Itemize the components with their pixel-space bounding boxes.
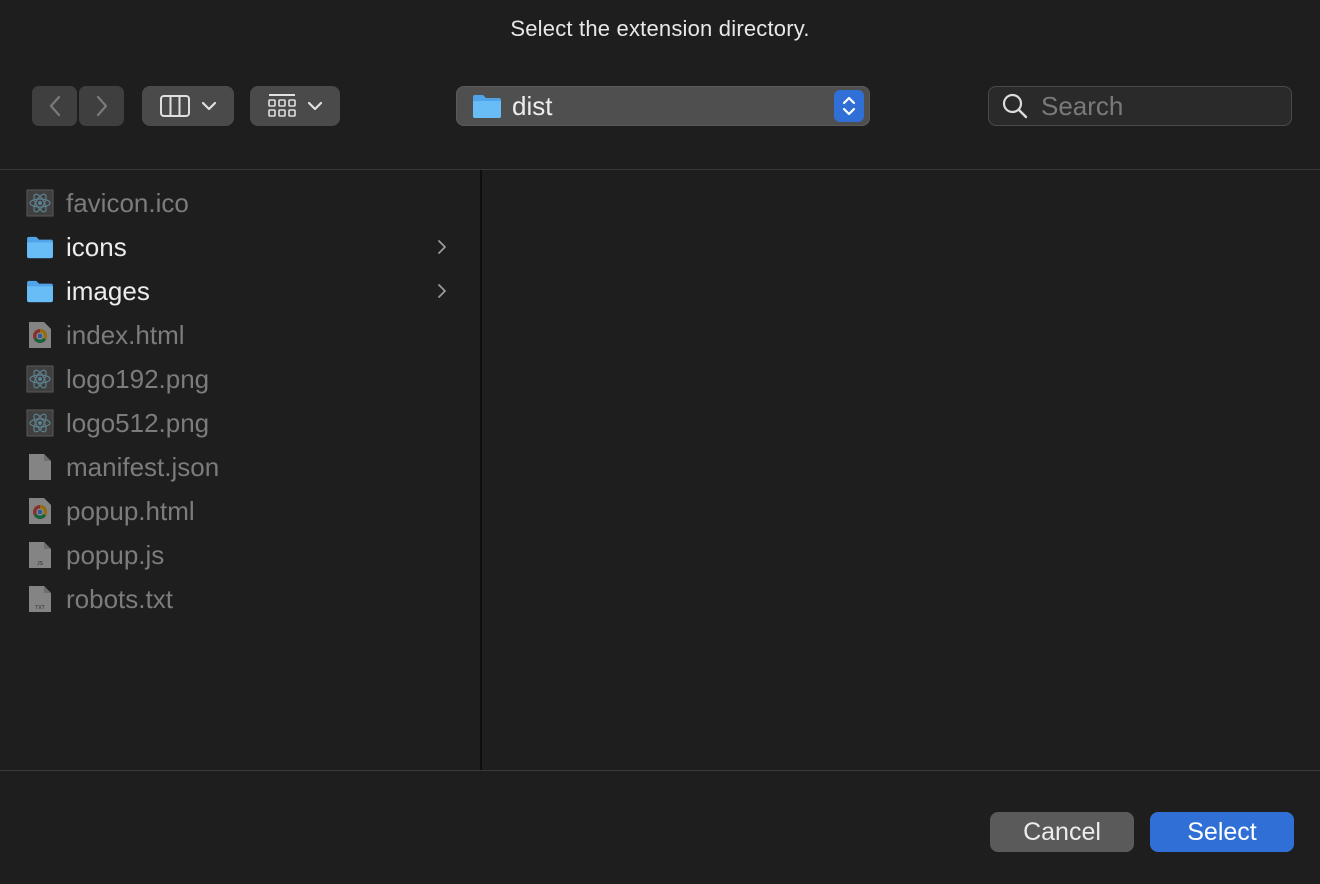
chrome-html-icon bbox=[26, 321, 54, 349]
path-label: dist bbox=[512, 90, 553, 121]
file-row: manifest.json bbox=[0, 445, 480, 489]
file-row: JS popup.js bbox=[0, 533, 480, 577]
chevron-down-icon bbox=[201, 101, 217, 111]
file-row: logo192.png bbox=[0, 357, 480, 401]
chevron-right-icon bbox=[96, 95, 107, 117]
footer-divider bbox=[0, 770, 1320, 771]
chevron-right-icon bbox=[436, 281, 448, 306]
file-name: popup.js bbox=[66, 539, 165, 570]
file-name: images bbox=[66, 275, 150, 306]
file-row: index.html bbox=[0, 313, 480, 357]
folder-row[interactable]: images bbox=[0, 269, 480, 313]
file-row: logo512.png bbox=[0, 401, 480, 445]
document-icon bbox=[26, 453, 54, 481]
search-input[interactable] bbox=[1041, 90, 1281, 122]
chevron-right-icon bbox=[436, 237, 448, 262]
view-mode-button[interactable] bbox=[142, 86, 234, 126]
file-name: manifest.json bbox=[66, 451, 220, 482]
react-file-icon bbox=[26, 409, 54, 437]
group-by-button[interactable] bbox=[250, 86, 340, 126]
file-name: favicon.ico bbox=[66, 187, 189, 218]
file-badge-label: JS bbox=[37, 561, 44, 567]
group-grid-icon bbox=[268, 94, 296, 117]
text-file-icon: TXT bbox=[26, 585, 54, 613]
navigation-buttons bbox=[32, 86, 126, 126]
forward-button[interactable] bbox=[79, 86, 124, 126]
toolbar: dist bbox=[0, 84, 1320, 128]
file-badge-label: TXT bbox=[35, 605, 44, 611]
path-stepper[interactable] bbox=[834, 90, 864, 122]
chevron-down-icon bbox=[307, 101, 323, 111]
file-name: index.html bbox=[66, 319, 185, 350]
dialog-title: Select the extension directory. bbox=[510, 16, 810, 41]
file-name: robots.txt bbox=[66, 583, 173, 614]
preview-column bbox=[482, 170, 1320, 770]
react-file-icon bbox=[26, 189, 54, 217]
file-row: favicon.ico bbox=[0, 181, 480, 225]
search-field[interactable] bbox=[988, 86, 1292, 126]
file-column: favicon.ico icons images index.html logo192.… bbox=[0, 170, 480, 770]
folder-row[interactable]: icons bbox=[0, 225, 480, 269]
file-name: icons bbox=[66, 231, 127, 262]
path-popup[interactable]: dist bbox=[456, 86, 870, 126]
back-button[interactable] bbox=[32, 86, 77, 126]
js-file-icon: JS bbox=[26, 541, 54, 569]
file-row: popup.html bbox=[0, 489, 480, 533]
file-row: TXT robots.txt bbox=[0, 577, 480, 621]
cancel-button[interactable]: Cancel bbox=[990, 812, 1134, 852]
file-name: logo192.png bbox=[66, 363, 210, 394]
file-name: logo512.png bbox=[66, 407, 210, 438]
folder-icon bbox=[473, 95, 501, 118]
up-down-chevron-icon bbox=[842, 96, 856, 116]
folder-icon bbox=[26, 277, 54, 305]
column-view-icon bbox=[160, 95, 190, 117]
select-button[interactable]: Select bbox=[1150, 812, 1294, 852]
folder-icon bbox=[26, 233, 54, 261]
chevron-left-icon bbox=[49, 95, 60, 117]
react-file-icon bbox=[26, 365, 54, 393]
search-icon bbox=[1002, 93, 1028, 119]
chrome-html-icon bbox=[26, 497, 54, 525]
file-name: popup.html bbox=[66, 495, 195, 526]
